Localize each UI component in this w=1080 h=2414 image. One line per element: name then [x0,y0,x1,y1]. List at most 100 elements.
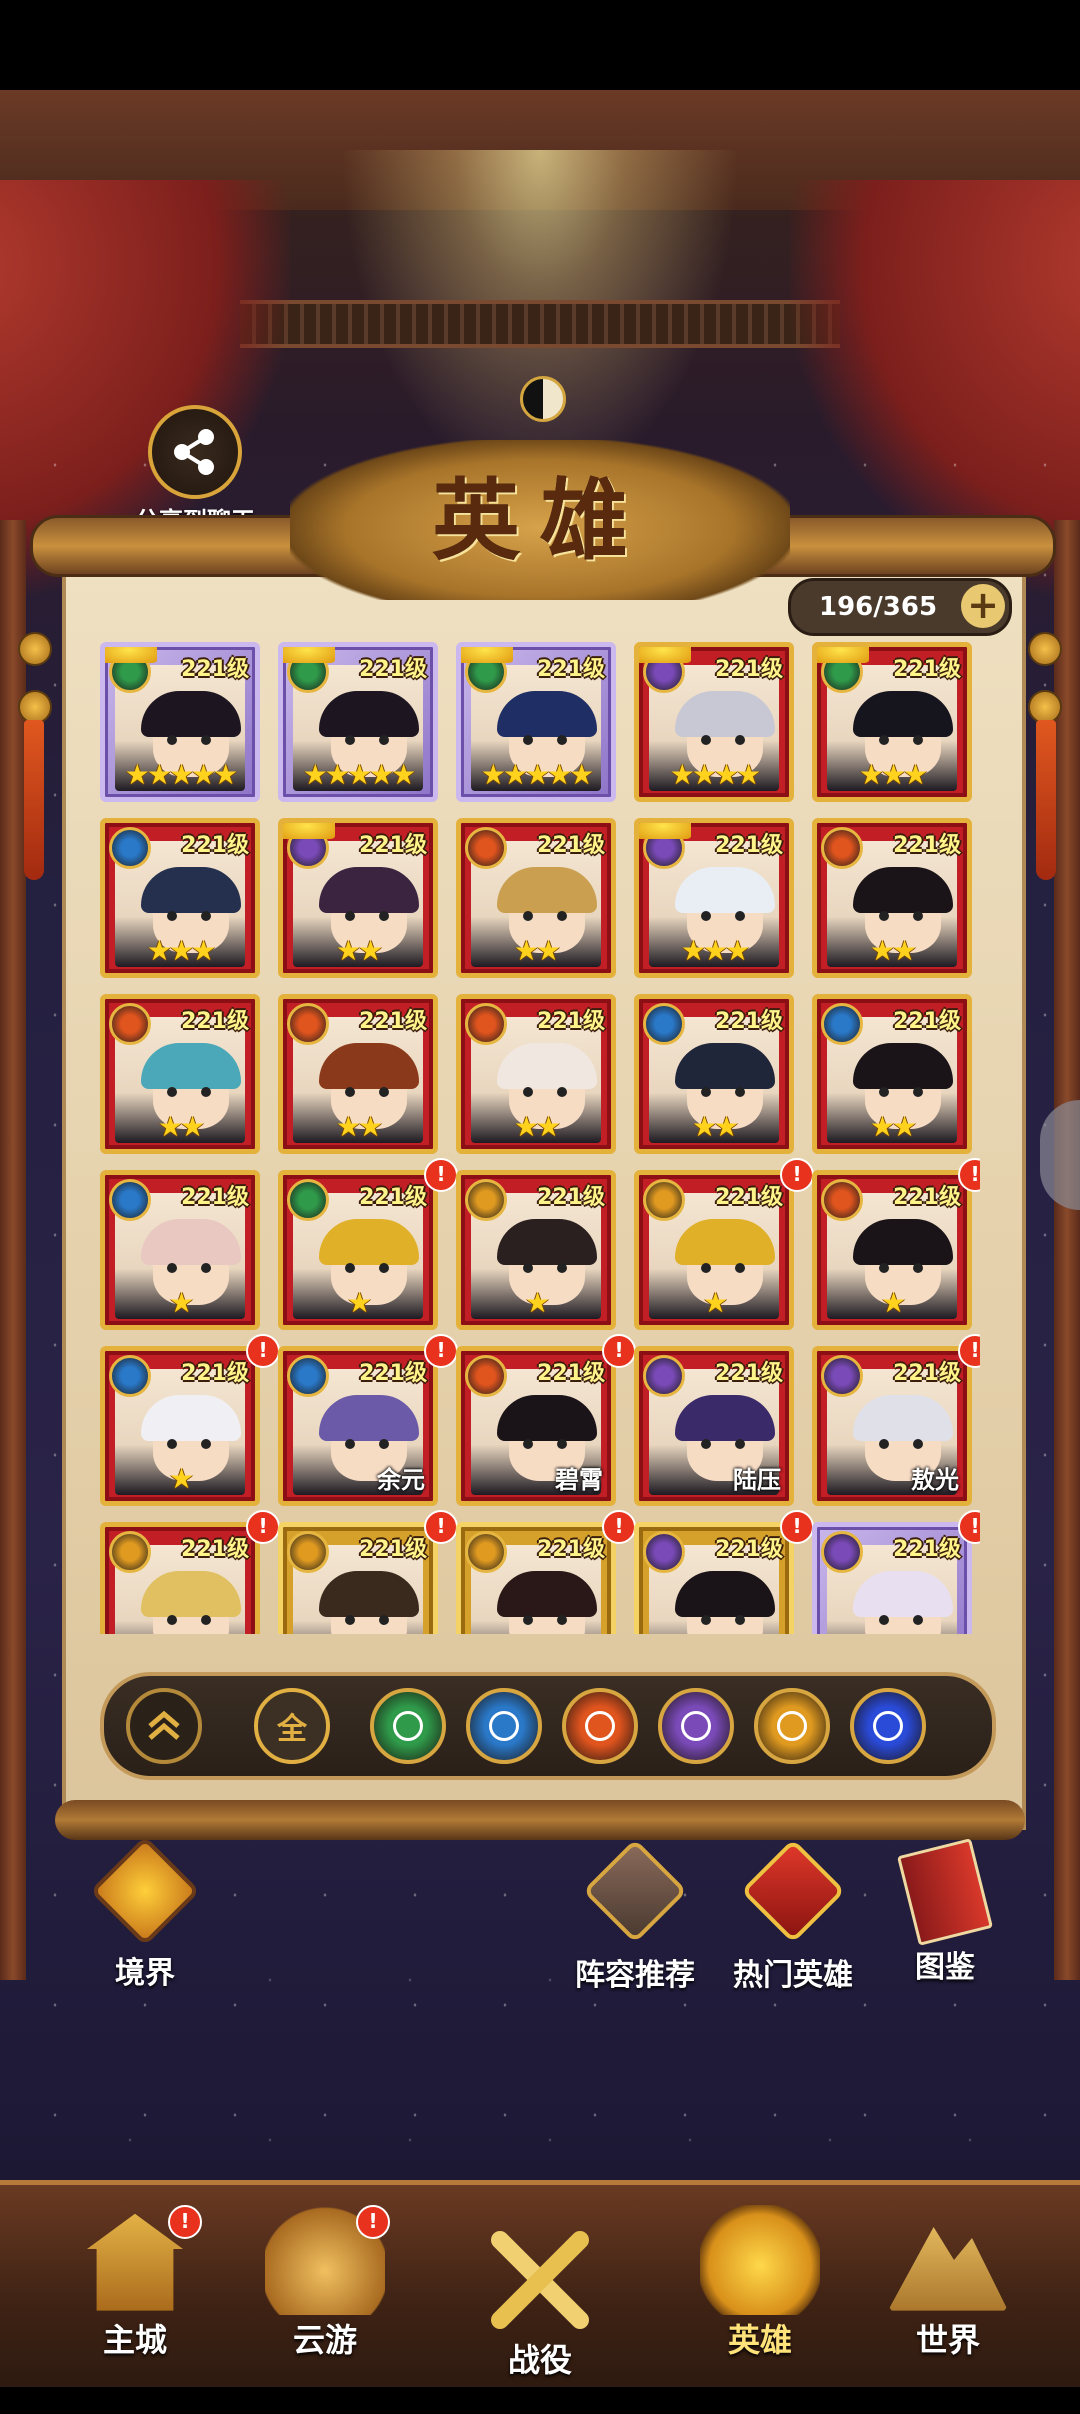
hero-card[interactable]: 221级 ★★ [100,994,260,1154]
status-bar-area [0,0,1080,90]
hero-level: 221级 [181,1361,249,1386]
hero-card[interactable]: 221级 余元 [278,1346,438,1506]
hero-card[interactable]: 221级 ★★★★★ [100,642,260,802]
hero-level: 221级 [893,1185,961,1210]
fire-element-icon [465,827,507,869]
hot-heroes-button[interactable]: 热门英雄 [718,1838,868,1994]
hero-level: 221级 [715,833,783,858]
hero-count: 196/365 [819,592,938,622]
hero-level: 221级 [181,1185,249,1210]
vortex-element-icon [873,1711,903,1741]
hero-level: 221级 [359,1537,427,1562]
main-city-alert-icon: ! [168,2205,202,2239]
hero-card[interactable]: 221级 ★★★ [812,642,972,802]
hero-card[interactable]: 221级 ★ [812,1170,972,1330]
filter-leaf-button[interactable] [370,1688,446,1764]
water-element-icon [821,1003,863,1045]
hero-hair [853,1571,953,1617]
hero-hair [141,1043,241,1089]
filter-moon-button[interactable] [658,1688,734,1764]
hero-eye [379,1615,389,1625]
hero-eye [557,1087,567,1097]
nav-hero[interactable]: 英雄 [680,2205,840,2361]
hero-card[interactable]: 221级 ★ [100,1346,260,1506]
hero-card[interactable]: 221级 ★★ [456,818,616,978]
hero-alert-icon: ! [780,1510,814,1544]
hero-hair [141,867,241,913]
coin-ornament-icon [18,632,52,666]
hero-hair [675,1043,775,1089]
hero-eye [879,1087,889,1097]
hero-hair [319,1571,419,1617]
page-title: 英雄 [431,468,648,572]
fire-element-icon [287,1003,329,1045]
filter-water-button[interactable] [466,1688,542,1764]
hero-card[interactable]: 221级 陆压 [634,1346,794,1506]
hero-card[interactable]: 221级 ★★★ [100,818,260,978]
hero-hair [141,1395,241,1441]
hero-stars: ★★★ [858,758,928,791]
hero-stars: ★ [168,1462,194,1495]
realm-button[interactable]: 境界 [80,1835,210,1992]
hero-hair [497,691,597,737]
hero-stars: ★★★ [146,934,216,967]
fire-element-icon [465,1003,507,1045]
nav-hero-label: 英雄 [727,2321,792,2359]
hero-card[interactable]: 221级 ★★ [812,818,972,978]
hero-stars: ★★ [335,1110,383,1143]
water-element-icon [489,1711,519,1741]
hero-card[interactable]: 221级 ★★★★★ [456,642,616,802]
filter-all-button[interactable]: 全 [254,1688,330,1764]
mountain-icon [888,2227,1008,2311]
hero-eye [201,911,211,921]
hero-card[interactable]: 221级 敖光 [812,1346,972,1506]
filter-sun-button[interactable] [754,1688,830,1764]
hero-level: 221级 [181,833,249,858]
hero-eye [345,1087,355,1097]
hero-card[interactable]: 221级 ★★ [278,994,438,1154]
hero-eye [523,1615,533,1625]
hero-card[interactable]: 221级 ★ [456,1170,616,1330]
fire-element-icon [585,1711,615,1741]
nav-world[interactable]: 世界 [868,2205,1028,2361]
filter-vortex-button[interactable] [850,1688,926,1764]
hero-stars: ★ [702,1286,728,1319]
hero-eye [701,735,711,745]
hero-card[interactable]: 221级 ★ [634,1170,794,1330]
hero-card[interactable]: 221级 [812,1522,972,1634]
hero-hair [853,867,953,913]
hero-card[interactable]: 221级 碧霄 [456,1346,616,1506]
sort-toggle-button[interactable] [126,1688,202,1764]
awaken-crown-icon [283,647,335,663]
hero-level: 221级 [359,1009,427,1034]
hero-card[interactable]: 221级 ★★★★ [634,642,794,802]
hero-card[interactable]: 221级 ★★ [812,994,972,1154]
hero-card[interactable]: 221级 ★ [100,1170,260,1330]
add-hero-slot-button[interactable]: + [961,584,1005,628]
hero-eye [557,1439,567,1449]
hero-stars: ★ [346,1286,372,1319]
hero-card[interactable]: 221级 ★★★ [634,818,794,978]
hero-card[interactable]: 221级 ★★ [634,994,794,1154]
hero-hair [497,1571,597,1617]
filter-fire-button[interactable] [562,1688,638,1764]
water-element-icon [109,1355,151,1397]
tassel-right [1036,720,1056,880]
hero-eye [523,911,533,921]
lineup-recommend-button[interactable]: 阵容推荐 [560,1838,710,1994]
nav-main-city-label: 主城 [102,2321,167,2359]
hero-card[interactable]: 221级 [634,1522,794,1634]
hero-card[interactable]: 221级 [100,1522,260,1634]
hero-card[interactable]: 221级 ★★ [278,818,438,978]
hero-card[interactable]: 221级 [456,1522,616,1634]
hero-card[interactable]: 221级 ★★ [456,994,616,1154]
hero-level: 221级 [359,657,427,682]
awaken-crown-icon [639,647,691,663]
filter-bar: 全 [100,1672,996,1780]
hero-card[interactable]: 221级 [278,1522,438,1634]
hero-card[interactable]: 221级 ★ [278,1170,438,1330]
hero-card[interactable]: 221级 ★★★★★ [278,642,438,802]
hero-eye [735,1615,745,1625]
hero-eye [167,1439,177,1449]
codex-button[interactable]: 图鉴 [880,1838,1010,1986]
